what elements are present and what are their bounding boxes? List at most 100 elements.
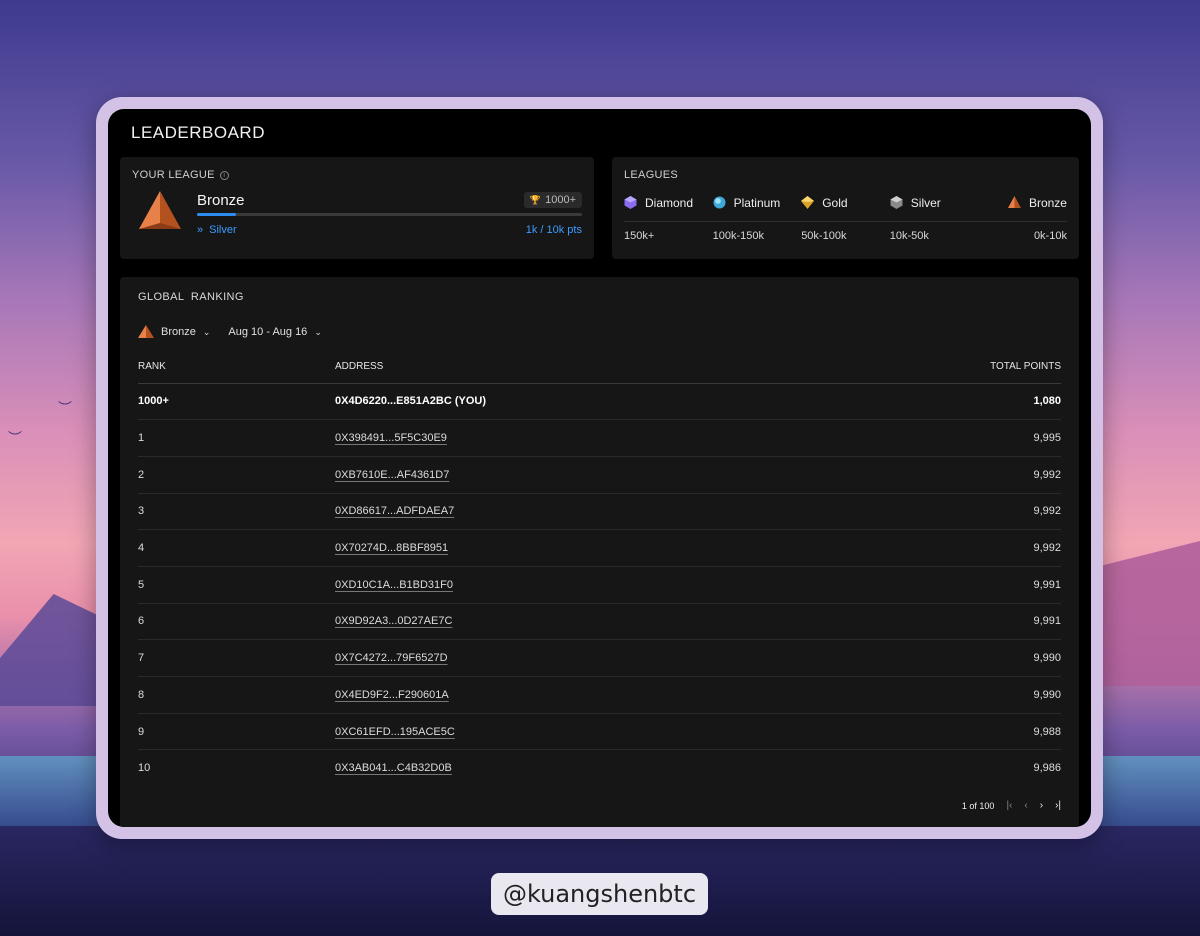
diamond-gem-icon [624, 196, 637, 209]
ranking-table: RANK ADDRESS TOTAL POINTS 1000+ 0X4D6220… [138, 351, 1061, 787]
leagues-card: LEAGUES Diamond 150k+ Platinum 100k-150k… [612, 157, 1079, 259]
rank-cell: 2 [138, 456, 335, 494]
table-row: 6 0X9D92A3...0D27AE7C 9,991 [138, 603, 1061, 641]
points-cell: 9,991 [828, 566, 1061, 604]
rank-cell: 1 [138, 419, 335, 457]
chevron-down-icon: ⌄ [202, 326, 211, 337]
table-row: 10 0X3AB041...C4B32D0B 9,986 [138, 750, 1061, 787]
table-row: 8 0X4ED9F2...F290601A 9,990 [138, 676, 1061, 714]
watermark-handle: @kuangshenbtc [491, 873, 708, 915]
bronze-pyramid-icon [139, 191, 181, 229]
league-name: Silver [910, 195, 941, 210]
bird-icon: ︶ [58, 400, 72, 416]
first-page-icon[interactable]: |‹ [1006, 800, 1012, 811]
address-link[interactable]: 0XD10C1A...B1BD31F0 [335, 579, 453, 591]
league-name: Platinum [733, 195, 781, 210]
table-row: 7 0X7C4272...79F6527D 9,990 [138, 639, 1061, 677]
table-row: 2 0XB7610E...AF4361D7 9,992 [138, 456, 1061, 494]
address-link[interactable]: 0XB7610E...AF4361D7 [335, 469, 449, 481]
points-cell: 9,995 [828, 419, 1061, 457]
table-row: 1 0X398491...5F5C30E9 9,995 [138, 419, 1061, 457]
league-gold: Gold 50k-100k [801, 192, 890, 242]
rank-cell: 4 [138, 529, 335, 567]
table-row: 5 0XD10C1A...B1BD31F0 9,991 [138, 566, 1061, 604]
next-page-icon[interactable]: › [1040, 800, 1043, 811]
league-range: 100k-150k [712, 230, 764, 242]
next-league-name: Silver [209, 224, 237, 236]
window-frame: LEADERBOARD YOUR LEAGUE i Bronze 🏆 1000+… [96, 97, 1103, 839]
league-name: Gold [822, 195, 848, 210]
rank-cell: 8 [138, 676, 335, 714]
your-league-card: YOUR LEAGUE i Bronze 🏆 1000+ » Silver 1k… [120, 157, 594, 259]
leaderboard-app: LEADERBOARD YOUR LEAGUE i Bronze 🏆 1000+… [108, 109, 1091, 827]
points-cell: 9,990 [828, 676, 1061, 714]
address-link[interactable]: 0X7C4272...79F6527D [335, 652, 448, 664]
gold-gem-icon [801, 196, 815, 209]
double-chevron-right-icon: » [197, 224, 204, 236]
address-link[interactable]: 0X398491...5F5C30E9 [335, 432, 447, 444]
date-filter-value: Aug 10 - Aug 16 [228, 326, 308, 338]
rank-badge-value: 1000+ [545, 194, 576, 206]
points-cell: 9,991 [828, 603, 1061, 641]
column-header-points: TOTAL POINTS [828, 351, 1061, 384]
league-filter-value: Bronze [161, 326, 196, 338]
leagues-label: LEAGUES [624, 169, 679, 181]
points-cell: 9,988 [828, 713, 1061, 751]
info-icon[interactable]: i [219, 170, 229, 180]
points-cell: 9,992 [828, 493, 1061, 531]
bronze-pyramid-icon [1007, 196, 1021, 208]
points-cell: 9,992 [828, 529, 1061, 567]
rank-badge: 🏆 1000+ [523, 192, 582, 208]
address-link[interactable]: 0XC61EFD...195ACE5C [335, 726, 455, 738]
league-platinum: Platinum 100k-150k [712, 192, 802, 242]
rank-cell: 10 [138, 762, 151, 775]
rank-cell: 6 [138, 603, 335, 641]
points-cell: 9,986 [1033, 762, 1061, 775]
rank-cell: 5 [138, 566, 335, 604]
address-cell: 0X4D6220...E851A2BC (YOU) [335, 383, 829, 421]
league-name: Diamond [645, 195, 694, 210]
address-link[interactable]: 0XD86617...ADFDAEA7 [335, 505, 454, 517]
points-cell: 9,990 [828, 639, 1061, 677]
points-cell: 1,080 [828, 383, 1061, 421]
bronze-pyramid-icon [138, 325, 154, 338]
league-silver: Silver 10k-50k [889, 192, 979, 242]
address-link[interactable]: 0X4ED9F2...F290601A [335, 689, 449, 701]
address-link[interactable]: 0X9D92A3...0D27AE7C [335, 615, 452, 627]
table-row: 3 0XD86617...ADFDAEA7 9,992 [138, 493, 1061, 531]
league-name: Bronze [1028, 195, 1067, 210]
league-range: 150k+ [624, 230, 655, 242]
platinum-gem-icon [713, 196, 726, 209]
rank-cell: 1000+ [138, 383, 335, 421]
league-progress-fill [197, 213, 236, 216]
current-league-name: Bronze [197, 191, 245, 209]
league-bronze: Bronze 0k-10k [978, 192, 1067, 242]
league-range: 0k-10k [1033, 230, 1067, 242]
progress-text: 1k / 10k pts [525, 224, 582, 236]
league-range: 10k-50k [889, 230, 929, 242]
last-page-icon[interactable]: ›| [1055, 800, 1061, 811]
league-progress-bar [197, 213, 582, 216]
pagination: 1 of 100 |‹ ‹ › ›| [962, 800, 1061, 811]
page-title: LEADERBOARD [131, 123, 265, 142]
rank-cell: 7 [138, 639, 335, 677]
rank-cell: 9 [138, 713, 335, 751]
global-ranking-card: GLOBAL RANKING Bronze ⌄ Aug 10 - Aug 16 … [120, 277, 1079, 827]
your-row: 1000+ 0X4D6220...E851A2BC (YOU) 1,080 [138, 383, 1061, 421]
bird-icon: ︶ [8, 430, 22, 446]
rank-cell: 3 [138, 493, 335, 531]
previous-page-icon[interactable]: ‹ [1024, 800, 1027, 811]
address-link[interactable]: 0X3AB041...C4B32D0B [335, 762, 452, 774]
chevron-down-icon: ⌄ [314, 326, 322, 337]
silver-gem-icon [890, 196, 903, 209]
league-diamond: Diamond 150k+ [624, 192, 713, 242]
trophy-icon: 🏆 [529, 194, 542, 205]
pagination-text: 1 of 100 [961, 800, 995, 811]
column-header-rank: RANK [138, 351, 335, 384]
date-filter-dropdown[interactable]: Aug 10 - Aug 16 ⌄ [228, 326, 321, 338]
points-cell: 9,992 [828, 456, 1061, 494]
address-link[interactable]: 0X70274D...8BBF8951 [335, 542, 448, 554]
league-filter-dropdown[interactable]: Bronze ⌄ [138, 325, 210, 339]
column-header-address: ADDRESS [335, 351, 829, 384]
table-row: 9 0XC61EFD...195ACE5C 9,988 [138, 713, 1061, 751]
